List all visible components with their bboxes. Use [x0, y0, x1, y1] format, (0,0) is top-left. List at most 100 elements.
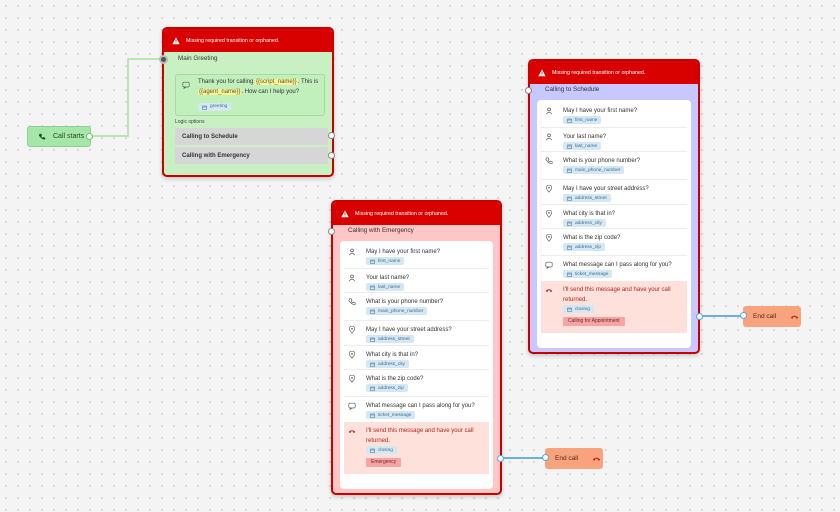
question-step[interactable]: What is your phone number? main_phone_num… — [344, 292, 489, 320]
end-call-node-schedule[interactable]: End call — [740, 306, 801, 327]
person-icon — [545, 107, 553, 115]
variable-tag: address_street — [563, 194, 611, 202]
question-step[interactable]: May I have your first name? first_name — [344, 243, 489, 268]
warning-icon — [172, 36, 180, 44]
schedule-output-port[interactable] — [328, 132, 335, 139]
variable-tag: address_city — [563, 219, 606, 227]
outcome-tag: Emergency — [366, 458, 402, 467]
greeting-input-port[interactable] — [159, 55, 168, 64]
variable-tag: first_name — [366, 257, 405, 265]
closing-step[interactable]: I'll send this message and have your cal… — [344, 422, 489, 474]
calling-to-schedule-node[interactable]: Missing required transition or orphaned.… — [528, 59, 700, 354]
question-step[interactable]: What message can I pass along for you? ti… — [541, 255, 687, 280]
question-step[interactable]: May I have your street address? address_s… — [541, 179, 687, 204]
location-icon — [545, 210, 553, 218]
calendar-icon — [370, 309, 375, 314]
call-starts-label: Call starts — [53, 133, 85, 140]
calendar-icon — [370, 285, 375, 290]
person-icon — [545, 133, 553, 141]
option-calling-to-schedule[interactable]: Calling to Schedule — [175, 128, 328, 145]
calendar-icon — [370, 448, 375, 453]
logic-options-label: Logic options — [175, 119, 205, 125]
calendar-icon — [370, 259, 375, 264]
node-title: Calling to Schedule — [545, 86, 600, 93]
calendar-icon — [567, 144, 572, 149]
warning-banner: Missing required transition or orphaned. — [333, 202, 500, 225]
question-step[interactable]: What is the zip code? address_zip — [344, 369, 489, 396]
emergency-end-port[interactable] — [497, 455, 504, 462]
variable-tag: ticket_message — [366, 411, 416, 419]
warning-banner: Missing required transition or orphaned. — [164, 29, 332, 52]
person-icon — [348, 248, 356, 256]
end-input-port[interactable] — [740, 312, 747, 319]
calendar-icon — [370, 386, 375, 391]
question-step[interactable]: What city is that in? address_city — [541, 204, 687, 228]
calendar-icon — [567, 196, 572, 201]
location-icon — [348, 375, 356, 383]
calendar-icon — [567, 168, 572, 173]
message-icon — [348, 402, 356, 410]
step-text: I'll send this message and have your cal… — [366, 428, 474, 444]
end-call-node-emergency[interactable]: End call — [542, 448, 603, 469]
phone-icon — [545, 157, 553, 164]
emergency-output-port[interactable] — [328, 152, 335, 159]
calendar-icon — [567, 272, 572, 277]
schedule-input-port[interactable] — [525, 87, 532, 94]
question-step[interactable]: What message can I pass along for you? ti… — [344, 396, 489, 421]
phone-icon — [38, 133, 46, 140]
greeting-message[interactable]: Thank you for calling {{script_name}}. T… — [175, 74, 325, 116]
variable-tag: address_street — [366, 335, 414, 343]
warning-text: Missing required transition or orphaned. — [186, 37, 280, 44]
question-step[interactable]: What is your phone number? main_phone_num… — [541, 151, 687, 179]
calendar-icon — [370, 362, 375, 367]
variable-tag: closing — [366, 446, 397, 454]
warning-icon — [341, 209, 349, 217]
steps-container: May I have your first name? first_name You… — [340, 241, 493, 489]
location-icon — [545, 234, 553, 242]
warning-icon — [538, 68, 546, 76]
location-icon — [348, 351, 356, 359]
question-step[interactable]: Your last name? last_name — [344, 268, 489, 292]
call-starts-node[interactable]: Call starts — [27, 126, 93, 147]
steps-container: May I have your first name? first_name You… — [537, 100, 691, 348]
hang-up-icon — [593, 457, 601, 461]
calendar-icon — [202, 105, 207, 110]
question-step[interactable]: What is the zip code? address_zip — [541, 228, 687, 255]
message-icon — [545, 261, 553, 269]
calling-with-emergency-node[interactable]: Missing required transition or orphaned.… — [331, 200, 502, 495]
message-icon — [182, 81, 190, 89]
node-title: Main Greeting — [178, 55, 218, 62]
end-input-port[interactable] — [542, 454, 549, 461]
location-icon — [545, 185, 553, 193]
variable-tag: greeting — [198, 103, 232, 111]
variable-tag: main_phone_number — [366, 307, 428, 315]
variable-tag: address_city — [366, 360, 409, 368]
edge-start-to-greeting — [92, 58, 162, 137]
schedule-end-port[interactable] — [696, 313, 703, 320]
variable-tag: closing — [563, 305, 594, 313]
calendar-icon — [567, 307, 572, 312]
person-icon — [348, 274, 356, 282]
end-call-label: End call — [753, 313, 777, 320]
start-output-port[interactable] — [86, 133, 93, 140]
question-step[interactable]: Your last name? last_name — [541, 127, 687, 151]
location-icon — [348, 326, 356, 334]
question-step[interactable]: May I have your street address? address_s… — [344, 320, 489, 345]
main-greeting-node[interactable]: Missing required transition or orphaned.… — [162, 27, 334, 177]
calendar-icon — [567, 118, 572, 123]
warning-text: Missing required transition or orphaned. — [552, 69, 646, 76]
end-call-label: End call — [555, 455, 579, 462]
calendar-icon — [567, 221, 572, 226]
closing-step[interactable]: I'll send this message and have your cal… — [541, 281, 687, 333]
question-step[interactable]: What city is that in? address_city — [344, 345, 489, 369]
calendar-icon — [370, 337, 375, 342]
calendar-icon — [567, 245, 572, 250]
phone-icon — [348, 298, 356, 305]
variable-tag: main_phone_number — [563, 166, 625, 174]
question-step[interactable]: May I have your first name? first_name — [541, 102, 687, 127]
emergency-input-port[interactable] — [328, 228, 335, 235]
calendar-icon — [370, 413, 375, 418]
option-calling-with-emergency[interactable]: Calling with Emergency — [175, 147, 328, 164]
warning-text: Missing required transition or orphaned. — [355, 210, 449, 217]
outcome-tag: Calling for Appointment — [563, 317, 625, 326]
